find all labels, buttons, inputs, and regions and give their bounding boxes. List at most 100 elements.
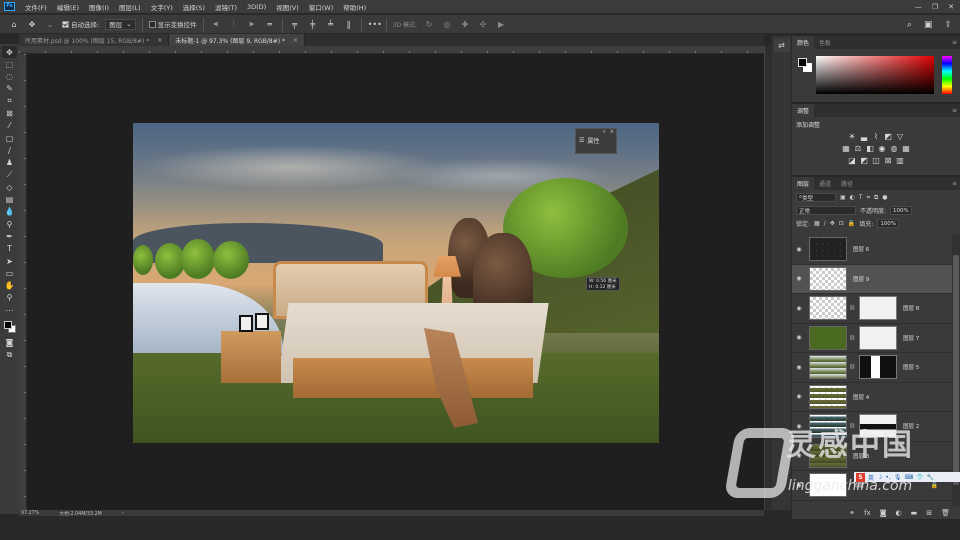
curves-icon[interactable]: ⌇	[872, 132, 881, 141]
threshold-icon[interactable]: ◫	[872, 156, 881, 165]
layer-name[interactable]: 图层 2	[903, 422, 919, 430]
marquee-tool-icon[interactable]: ⬚	[2, 58, 17, 70]
visibility-eye-icon[interactable]: ◉	[792, 393, 806, 400]
layer-row[interactable]: ◉ ⛓ 图层 8	[792, 294, 952, 324]
chevron-down-icon[interactable]: ⌄	[44, 20, 56, 29]
type-tool-icon[interactable]: T	[2, 243, 17, 255]
close-icon[interactable]: ×	[610, 129, 614, 136]
layer-thumbnail[interactable]	[809, 473, 847, 498]
tab-paths[interactable]: 路径	[836, 177, 858, 190]
layer-thumbnail[interactable]	[809, 237, 847, 262]
share-icon[interactable]: ⇪	[944, 20, 952, 30]
panel-menu-icon[interactable]: ≡	[952, 107, 957, 114]
ime-language[interactable]: 英	[868, 473, 874, 482]
close-icon[interactable]: ×	[157, 37, 162, 44]
layers-scrollbar[interactable]	[952, 235, 960, 507]
gradient-map-icon[interactable]: ▥	[896, 156, 905, 165]
tab-layers[interactable]: 图层	[792, 177, 815, 190]
frame-tool-icon[interactable]: ⊠	[2, 107, 17, 119]
layer-name[interactable]: 图层 9	[853, 275, 869, 283]
status-menu-icon[interactable]: ›	[122, 511, 124, 516]
color-panel-swatches[interactable]	[798, 58, 812, 72]
selective-color-icon[interactable]: ⊠	[884, 156, 893, 165]
move-tool-preset-icon[interactable]: ✥	[26, 20, 38, 29]
vertical-ruler[interactable]	[19, 54, 27, 510]
close-icon[interactable]: ×	[293, 37, 298, 44]
history-brush-tool-icon[interactable]: ⟋	[2, 169, 17, 181]
more-options-button[interactable]: •••	[368, 20, 382, 29]
show-transform-checkbox[interactable]: 显示变换控件	[148, 19, 197, 29]
screen-mode-icon[interactable]: ⧉	[2, 349, 17, 361]
visibility-eye-icon[interactable]: ◉	[792, 275, 806, 282]
3d-pan-icon[interactable]: ✚	[459, 20, 471, 29]
checkbox-icon[interactable]	[148, 20, 156, 28]
collapse-icon[interactable]: »	[603, 129, 606, 136]
layer-thumbnail[interactable]	[809, 266, 847, 291]
align-bottom-icon[interactable]: ╧	[325, 20, 337, 29]
layer-thumbnail[interactable]	[809, 414, 847, 439]
layer-row[interactable]: ◉ 图层 9	[792, 264, 952, 294]
tab-untitled-1[interactable]: 未标题-1 @ 97.3% (图层 9, RGB/8#) * ×	[169, 34, 306, 46]
levels-icon[interactable]: ▃	[860, 132, 869, 141]
ime-moon-icon[interactable]: ☽	[877, 474, 882, 481]
blend-mode-dropdown[interactable]: 正常	[796, 206, 856, 215]
new-adjustment-icon[interactable]: ◐	[896, 509, 902, 517]
menu-filter[interactable]: 滤镜(T)	[210, 2, 242, 12]
visibility-eye-icon[interactable]: ◉	[792, 364, 806, 371]
workspace-icon[interactable]: ▣	[924, 20, 933, 30]
dodge-tool-icon[interactable]: ⚲	[2, 218, 17, 230]
layer-name[interactable]: 图层 3	[853, 452, 869, 460]
fill-input[interactable]: 100%	[877, 219, 900, 228]
foreground-color[interactable]	[798, 58, 807, 67]
quick-select-tool-icon[interactable]: ✎	[2, 83, 17, 95]
layer-row[interactable]: ◉ 图层 4	[792, 383, 952, 412]
lock-transparent-icon[interactable]: ▦	[814, 220, 820, 227]
photo-filter-icon[interactable]: ◉	[878, 144, 887, 153]
opacity-input[interactable]: 100%	[890, 206, 912, 215]
lock-image-icon[interactable]: ∕	[824, 220, 826, 227]
foreground-color[interactable]	[4, 320, 12, 329]
color-picker-field[interactable]	[816, 56, 934, 94]
minimize-button[interactable]: —	[915, 3, 922, 11]
filter-pixel-icon[interactable]: ▣	[840, 194, 846, 201]
history-panel-icon[interactable]: ⇄	[773, 39, 790, 52]
zoom-level[interactable]: 97.27%	[21, 511, 39, 516]
mask-link-icon[interactable]: ⛓	[849, 423, 855, 429]
ime-toolbar[interactable]: S 英 ☽ •, 🎙 ⌨ 👕 🔧	[854, 472, 960, 482]
align-middle-icon[interactable]: ╪	[307, 20, 319, 29]
layer-mask-thumbnail[interactable]	[859, 325, 897, 350]
visibility-eye-icon[interactable]: ◉	[792, 246, 806, 253]
link-layers-icon[interactable]: ⚭	[849, 509, 855, 517]
hue-slider[interactable]	[942, 56, 952, 94]
crop-tool-icon[interactable]: ⌗	[2, 95, 17, 107]
layer-mask-thumbnail[interactable]	[859, 414, 897, 439]
checkbox-icon[interactable]	[62, 20, 69, 28]
lock-all-icon[interactable]: 🔒	[848, 220, 855, 227]
close-button[interactable]: ✕	[948, 3, 954, 11]
black-white-icon[interactable]: ◧	[866, 144, 875, 153]
ime-mic-icon[interactable]: 🎙	[894, 474, 902, 481]
distribute-v-icon[interactable]: ‖	[343, 20, 355, 29]
invert-icon[interactable]: ◪	[848, 156, 857, 165]
visibility-eye-icon[interactable]: ◉	[792, 452, 806, 459]
floating-properties-panel[interactable]: » × ☰ 属性	[575, 128, 617, 154]
scroll-thumb[interactable]	[953, 255, 959, 485]
auto-select-target-dropdown[interactable]: 图层 ⌄	[105, 18, 136, 30]
layer-thumbnail[interactable]	[809, 384, 847, 409]
rectangle-tool-icon[interactable]: ▭	[2, 267, 17, 279]
mask-link-icon[interactable]: ⛓	[849, 364, 855, 370]
filter-adjust-icon[interactable]: ◐	[850, 194, 855, 201]
document-canvas[interactable]	[133, 123, 659, 443]
menu-window[interactable]: 窗口(W)	[304, 2, 339, 12]
lock-artboard-icon[interactable]: ⊡	[839, 220, 844, 227]
pen-tool-icon[interactable]: ✒	[2, 230, 17, 242]
add-mask-icon[interactable]: ◙	[880, 509, 887, 517]
exposure-icon[interactable]: ◩	[884, 132, 893, 141]
new-group-icon[interactable]: ▬	[911, 509, 918, 517]
filter-toggle-icon[interactable]: ●	[882, 194, 887, 201]
menu-3d[interactable]: 3D(D)	[242, 3, 271, 11]
menu-help[interactable]: 帮助(H)	[338, 2, 371, 12]
stamp-tool-icon[interactable]: ♟	[2, 157, 17, 169]
ime-keyboard-icon[interactable]: ⌨	[904, 474, 913, 481]
align-top-icon[interactable]: ╤	[289, 20, 301, 29]
